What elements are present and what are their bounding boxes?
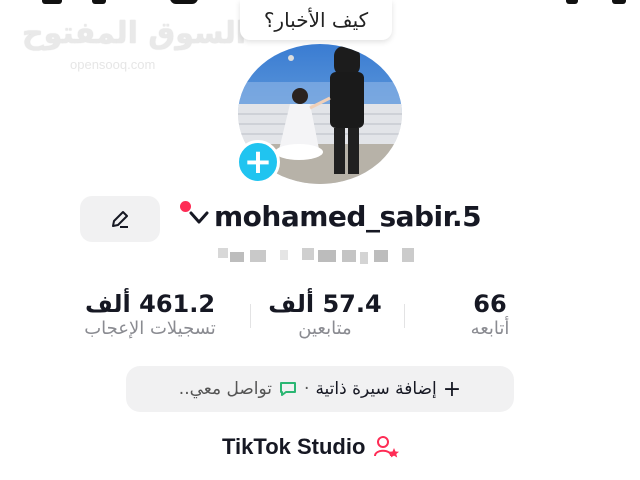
stat-label: متابعين bbox=[298, 318, 352, 339]
stat-divider bbox=[404, 304, 405, 328]
stat-label: أتابعه bbox=[470, 318, 510, 339]
add-bio-link[interactable]: إضافة سيرة ذاتية bbox=[315, 379, 436, 399]
top-icon-cropped bbox=[612, 0, 626, 4]
stat-value: 461.2 ألف bbox=[84, 290, 216, 318]
pencil-icon bbox=[112, 211, 128, 228]
pixelated-handle bbox=[218, 246, 418, 268]
stat-followers[interactable]: 57.4 ألف متابعين bbox=[250, 290, 400, 339]
bubble-pointer bbox=[288, 55, 294, 61]
user-star-icon bbox=[374, 436, 400, 458]
top-icon-cropped bbox=[92, 0, 106, 4]
bio-bar[interactable]: + إضافة سيرة ذاتية · تواصل معي.. bbox=[126, 366, 514, 412]
watermark-logo-latin: opensooq.com bbox=[70, 57, 156, 72]
chat-bubble-icon bbox=[280, 382, 297, 396]
stat-likes[interactable]: 461.2 ألف تسجيلات الإعجاب bbox=[50, 290, 250, 339]
tiktok-studio-label: TikTok Studio bbox=[222, 434, 366, 459]
stat-following[interactable]: 66 أتابعه bbox=[430, 290, 550, 339]
plus-icon: + bbox=[442, 376, 462, 402]
stat-value: 66 bbox=[473, 290, 507, 318]
contact-link[interactable]: تواصل معي.. bbox=[179, 379, 272, 399]
top-icon-cropped bbox=[42, 0, 62, 4]
top-icon-cropped bbox=[170, 0, 198, 4]
edit-profile-button[interactable] bbox=[80, 196, 160, 242]
top-icon-cropped bbox=[566, 0, 578, 4]
watermark-logo-arabic: السوق المفتوح bbox=[22, 16, 247, 51]
plus-icon: + bbox=[243, 142, 273, 182]
stat-label: تسجيلات الإعجاب bbox=[84, 318, 216, 339]
tiktok-studio-link[interactable]: TikTok Studio bbox=[222, 434, 401, 460]
bio-separator: · bbox=[304, 379, 310, 399]
chevron-down-icon[interactable] bbox=[188, 210, 210, 226]
username[interactable]: mohamed_sabir.5 bbox=[214, 200, 482, 233]
stat-value: 57.4 ألف bbox=[268, 290, 382, 318]
status-bubble[interactable]: كيف الأخبار؟ bbox=[240, 0, 392, 40]
add-story-button[interactable]: + bbox=[236, 140, 280, 184]
